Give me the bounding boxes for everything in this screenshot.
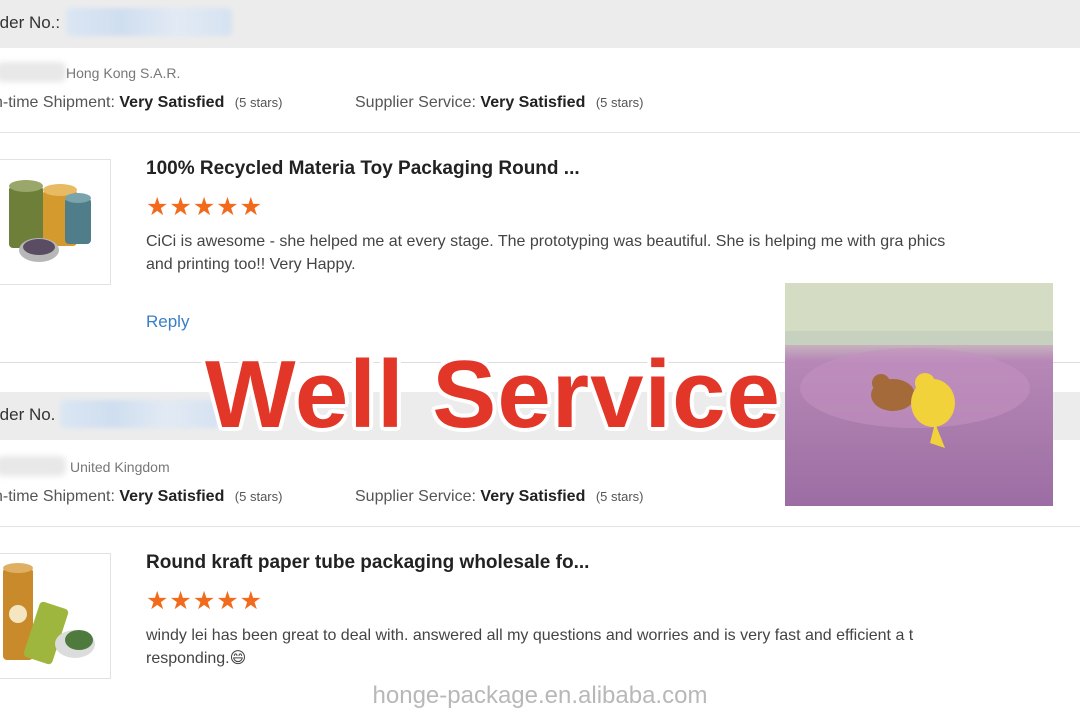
product-title-1[interactable]: 100% Recycled Materia Toy Packaging Roun…: [146, 158, 580, 180]
redacted-order-number: [66, 8, 232, 36]
product-title-2[interactable]: Round kraft paper tube packaging wholesa…: [146, 552, 589, 574]
cartoon-animation: [785, 283, 1053, 506]
review-text-2: windy lei has been great to deal with. a…: [146, 627, 914, 667]
review-text-1: CiCi is awesome - she helped me at every…: [146, 233, 946, 273]
reply-link[interactable]: Reply: [146, 312, 189, 332]
order-number-label: rder No.:: [0, 13, 61, 32]
supplier-service-rating: Supplier Service: Very Satisfied (5 star…: [355, 488, 644, 505]
order-header-1: rder No.:: [0, 0, 1080, 48]
promo-overlay-text: Well Service!: [205, 341, 814, 448]
redacted-order-number: [60, 400, 220, 428]
shipment-rating: n-time Shipment: Very Satisfied (5 stars…: [0, 94, 283, 111]
cartoon-mouse-icon: [785, 283, 1053, 448]
redacted-buyer-name: [0, 456, 66, 476]
supplier-service-rating: Supplier Service: Very Satisfied (5 star…: [355, 94, 644, 111]
redacted-buyer-name: [0, 62, 66, 82]
review-meta-1: Hong Kong S.A.R. n-time Shipment: Very S…: [0, 48, 1080, 133]
product-thumbnail-1[interactable]: [0, 159, 111, 285]
star-rating-2: ★★★★★: [146, 587, 264, 615]
kraft-tube-image: [3, 563, 95, 665]
shipment-rating: n-time Shipment: Very Satisfied (5 stars…: [0, 488, 283, 505]
buyer-country: Hong Kong S.A.R.: [66, 65, 181, 81]
order-number-label: rder No.: [0, 405, 56, 424]
product-thumbnail-2[interactable]: [0, 553, 111, 679]
store-watermark: honge-package.en.alibaba.com: [372, 682, 708, 709]
buyer-country: United Kingdom: [70, 459, 170, 475]
star-rating-1: ★★★★★: [146, 193, 264, 221]
tube-packaging-image: [9, 180, 91, 262]
